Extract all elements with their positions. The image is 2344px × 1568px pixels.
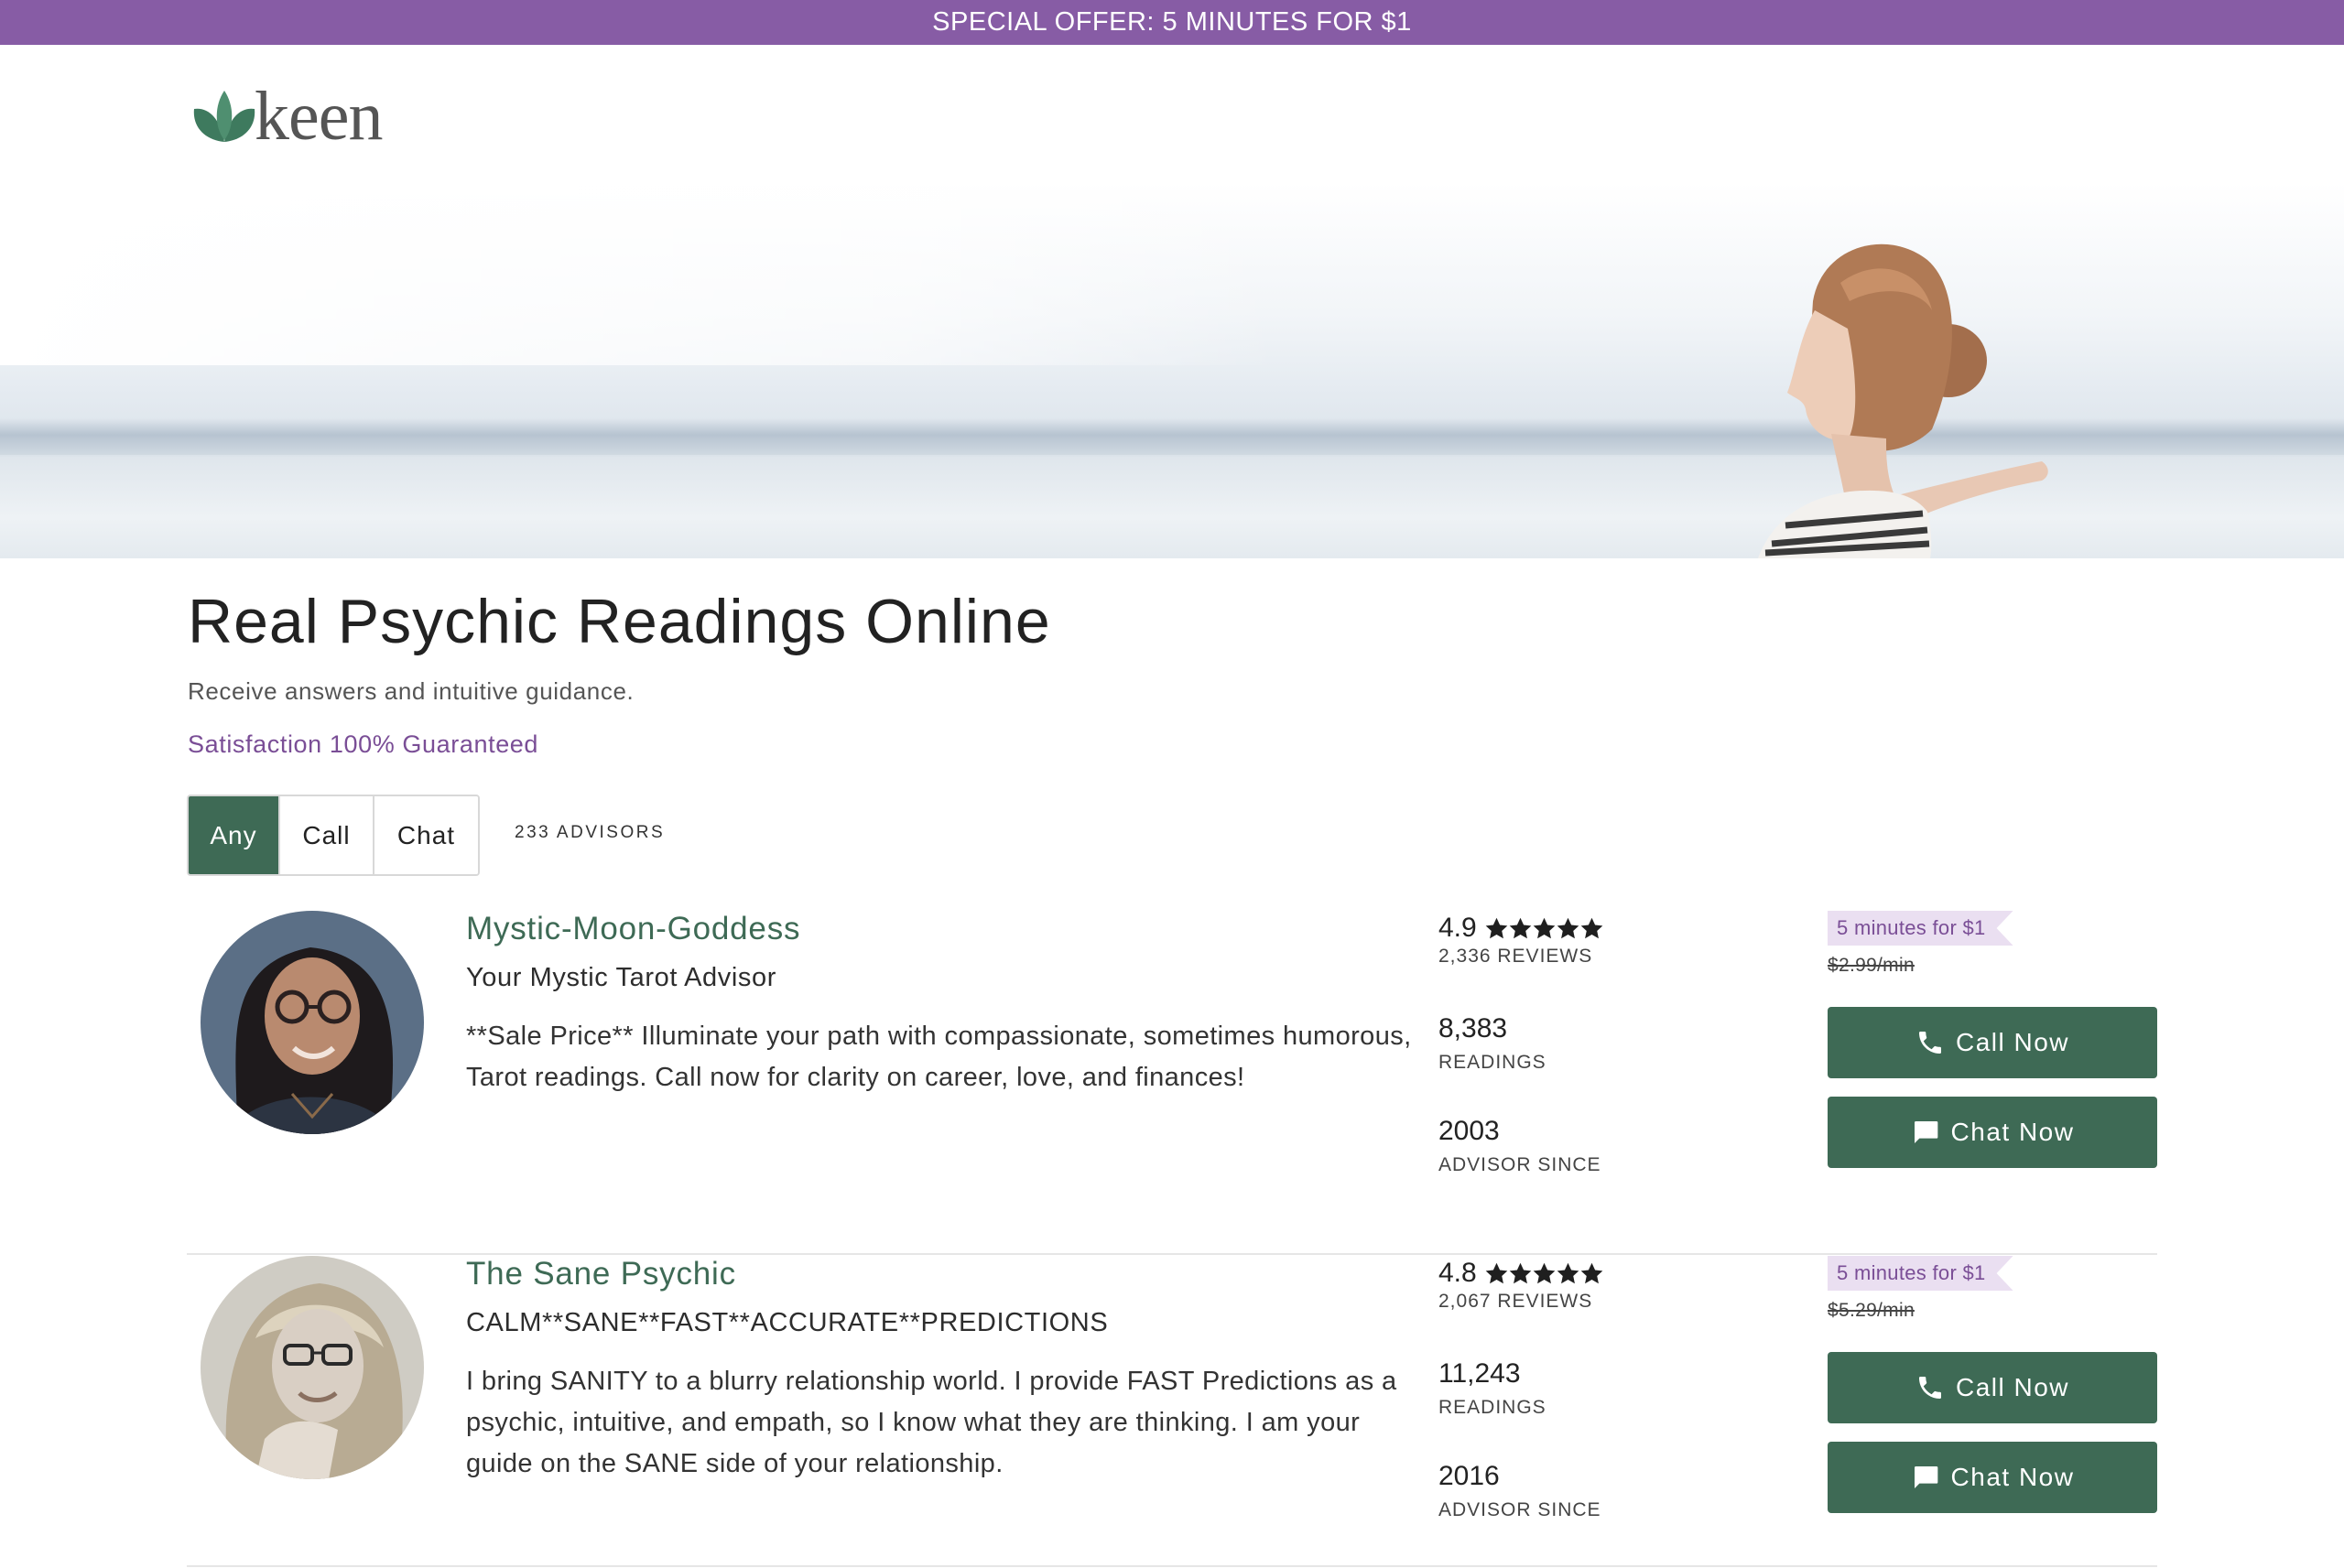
page-title: Real Psychic Readings Online [188,587,1051,656]
star-icon [1485,917,1508,938]
advisor-actions: 5 minutes for $1 $5.29/min Call Now Chat… [1828,1256,2157,1513]
chat-now-label: Chat Now [1950,1118,2075,1146]
site-header: keen [0,45,2344,182]
call-now-label: Call Now [1955,1028,2070,1056]
hero-person-image [1758,243,2048,558]
star-icon [1533,917,1556,938]
logo-text: keen [255,78,383,155]
advisor-card[interactable]: Mystic-Moon-Goddess Your Mystic Tarot Ad… [187,911,2157,1255]
chat-now-label: Chat Now [1950,1463,2075,1491]
avatar[interactable] [201,1256,424,1479]
old-price: $2.99/min [1828,955,1915,976]
reviews-count[interactable]: 2,336 REVIEWS [1438,946,1603,968]
call-now-button[interactable]: Call Now [1828,1352,2157,1423]
guarantee-text: Satisfaction 100% Guaranteed [188,730,539,758]
advisor-tagline: Your Mystic Tarot Advisor [466,963,776,992]
rating-value: 4.8 [1438,1258,1477,1288]
advisor-photo [201,911,424,1134]
advisor-tagline: CALM**SANE**FAST**ACCURATE**PREDICTIONS [466,1308,1109,1337]
star-icon [1557,917,1579,938]
call-now-label: Call Now [1955,1373,2070,1401]
offer-badge: 5 minutes for $1 [1828,911,2013,946]
star-icon [1509,1262,1532,1283]
chat-now-button[interactable]: Chat Now [1828,1442,2157,1513]
readings-label: READINGS [1438,1397,1546,1418]
advisor-description: **Sale Price** Illuminate your path with… [466,1022,1412,1092]
readings-count: 11,243 [1438,1358,1521,1389]
promo-text: SPECIAL OFFER: 5 MINUTES FOR $1 [932,7,1412,37]
leaf-icon [193,91,255,142]
advisor-count: 233 ADVISORS [515,823,666,842]
star-icon [1557,1262,1579,1283]
advisor-name[interactable]: Mystic-Moon-Goddess [466,911,800,947]
readings-label: READINGS [1438,1052,1546,1073]
star-rating [1484,916,1603,941]
hero-banner [0,182,2344,558]
advisor-name[interactable]: The Sane Psychic [466,1256,736,1292]
promo-banner[interactable]: SPECIAL OFFER: 5 MINUTES FOR $1 [0,0,2344,45]
filter-call-button[interactable]: Call [280,796,374,874]
chat-now-button[interactable]: Chat Now [1828,1097,2157,1168]
page-subtitle: Receive answers and intuitive guidance. [188,677,635,705]
offer-badge: 5 minutes for $1 [1828,1256,2013,1291]
star-icon [1580,917,1603,938]
reviews-count[interactable]: 2,067 REVIEWS [1438,1291,1603,1313]
star-icon [1533,1262,1556,1283]
readings-count: 8,383 [1438,1013,1508,1044]
contact-type-filter: Any Call Chat [187,795,480,876]
chat-bubble-icon [1914,1466,1937,1488]
advisor-since-label: ADVISOR SINCE [1438,1154,1601,1175]
advisor-photo [201,1256,424,1479]
advisor-since-label: ADVISOR SINCE [1438,1499,1601,1520]
advisor-since-year: 2016 [1438,1461,1500,1491]
star-icon [1509,917,1532,938]
filter-chat-button[interactable]: Chat [374,796,478,874]
star-rating [1484,1261,1603,1286]
phone-icon [1918,1032,1941,1054]
advisor-card[interactable]: The Sane Psychic CALM**SANE**FAST**ACCUR… [187,1256,2157,1567]
advisor-description: I bring SANITY to a blurry relationship … [466,1367,1397,1478]
advisor-since-year: 2003 [1438,1116,1500,1146]
advisor-actions: 5 minutes for $1 $2.99/min Call Now Chat… [1828,911,2157,1168]
star-icon [1485,1262,1508,1283]
star-icon [1580,1262,1603,1283]
logo[interactable]: keen [189,78,383,155]
chat-bubble-icon [1914,1121,1937,1143]
avatar[interactable] [201,911,424,1134]
phone-icon [1918,1377,1941,1399]
old-price: $5.29/min [1828,1300,1915,1321]
filter-any-button[interactable]: Any [189,796,280,874]
call-now-button[interactable]: Call Now [1828,1007,2157,1078]
rating-value: 4.9 [1438,913,1477,943]
